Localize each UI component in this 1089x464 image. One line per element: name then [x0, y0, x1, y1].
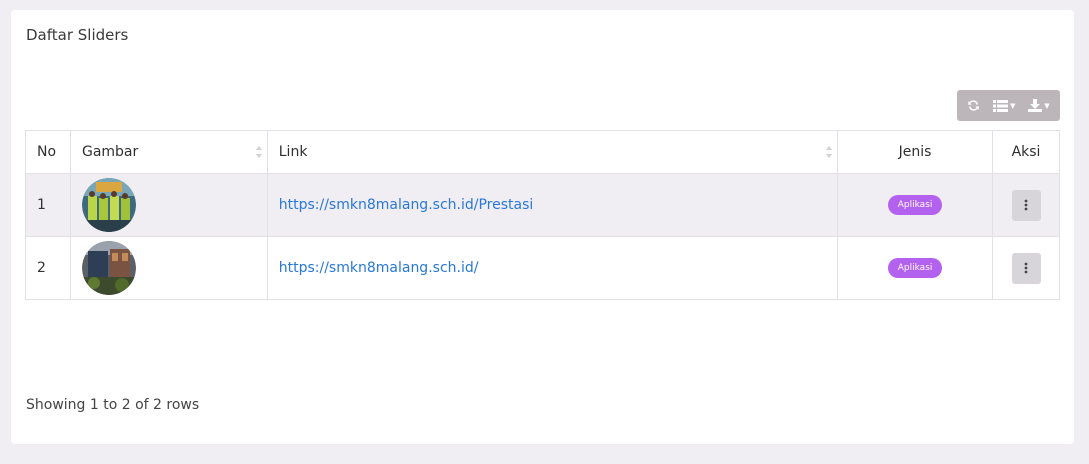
header-link[interactable]: Link	[266, 130, 839, 174]
action-cell	[992, 236, 1060, 300]
download-icon	[1028, 99, 1043, 112]
more-vertical-icon	[1024, 262, 1028, 274]
table-row: 2 https://smkn8malang.sch.id/ Aplikasi	[25, 236, 1060, 300]
more-vertical-icon	[1024, 199, 1028, 211]
row-number: 2	[25, 236, 71, 300]
header-aksi: Aksi	[992, 130, 1060, 174]
slider-thumbnail[interactable]	[81, 241, 136, 295]
type-badge: Aplikasi	[887, 258, 943, 278]
sliders-card: Daftar Sliders ▼ ▼ No Gambar Link Jenis …	[11, 10, 1074, 444]
refresh-button[interactable]	[967, 99, 980, 112]
type-badge: Aplikasi	[887, 195, 943, 215]
export-button[interactable]: ▼	[1028, 99, 1050, 112]
chevron-down-icon: ▼	[1010, 101, 1016, 110]
columns-button[interactable]: ▼	[993, 99, 1016, 112]
action-menu-button[interactable]	[1011, 189, 1041, 221]
header-jenis[interactable]: Jenis	[837, 130, 993, 174]
slider-link[interactable]: https://smkn8malang.sch.id/	[279, 260, 479, 276]
refresh-icon	[968, 100, 980, 111]
table-row: 1 https://smkn8malang.sch.id/Prestasi Ap…	[25, 173, 1060, 237]
table-toolbar: ▼ ▼	[957, 90, 1060, 121]
row-number: 1	[25, 173, 71, 237]
image-cell	[69, 173, 268, 237]
chevron-down-icon: ▼	[1044, 101, 1050, 110]
header-gambar[interactable]: Gambar	[69, 130, 268, 174]
sliders-table: No Gambar Link Jenis Aksi 1 https://smkn…	[25, 130, 1060, 300]
header-no[interactable]: No	[25, 130, 71, 174]
link-cell: https://smkn8malang.sch.id/Prestasi	[266, 173, 839, 237]
card-title: Daftar Sliders	[26, 26, 129, 44]
sort-icon	[826, 146, 833, 158]
slider-link[interactable]: https://smkn8malang.sch.id/Prestasi	[279, 197, 534, 213]
sort-icon	[255, 146, 262, 158]
action-cell	[992, 173, 1060, 237]
header-link-label: Link	[278, 144, 308, 160]
action-menu-button[interactable]	[1011, 252, 1041, 284]
type-cell: Aplikasi	[837, 173, 993, 237]
header-gambar-label: Gambar	[81, 144, 139, 160]
list-icon	[993, 99, 1009, 112]
table-header-row: No Gambar Link Jenis Aksi	[25, 130, 1060, 174]
pagination-info: Showing 1 to 2 of 2 rows	[26, 397, 200, 413]
type-cell: Aplikasi	[837, 236, 993, 300]
slider-thumbnail[interactable]	[81, 178, 136, 232]
link-cell: https://smkn8malang.sch.id/	[266, 236, 839, 300]
image-cell	[69, 236, 268, 300]
